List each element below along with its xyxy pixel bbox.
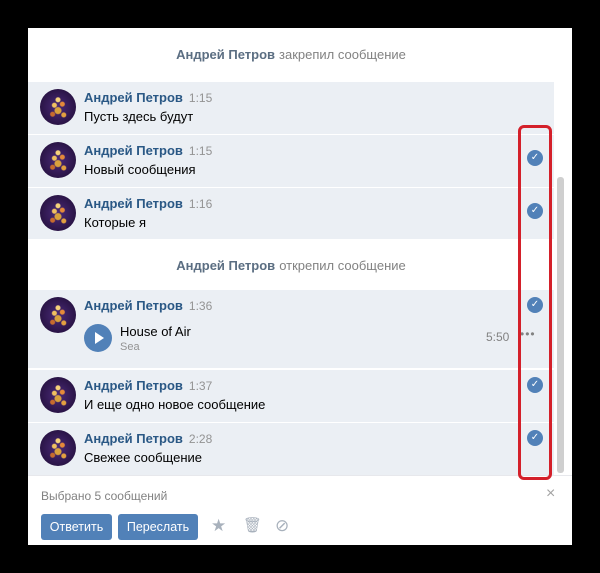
pin-notice: Андрей Петров закрепил сообщение (28, 28, 554, 80)
unpin-notice: Андрей Петров открепил сообщение (28, 239, 554, 291)
unpin-notice-author[interactable]: Андрей Петров (176, 258, 275, 273)
message-text: Свежее сообщение (84, 450, 203, 465)
pin-notice-author[interactable]: Андрей Петров (176, 47, 275, 62)
author-name[interactable]: Андрей Петров (84, 90, 183, 105)
message-item[interactable]: Андрей Петров 1:36 House of Air Sea 5:50 … (28, 290, 554, 368)
message-author[interactable]: Андрей Петров 1:37 (84, 378, 212, 393)
message-history: Андрей Петров закрепил сообщение Андрей … (28, 28, 572, 475)
scrollbar[interactable] (557, 177, 564, 473)
star-icon[interactable]: ★ (211, 516, 226, 536)
message-author[interactable]: Андрей Петров 1:16 (84, 196, 212, 211)
message-item[interactable]: Андрей Петров 1:15 Новый сообщения ✓ (28, 135, 554, 187)
message-author[interactable]: Андрей Петров 1:36 (84, 298, 212, 313)
selection-highlight-frame (518, 125, 552, 480)
message-author[interactable]: Андрей Петров 2:28 (84, 431, 212, 446)
unpin-notice-action: открепил сообщение (279, 257, 406, 273)
message-author[interactable]: Андрей Петров 1:15 (84, 90, 212, 105)
message-text: Новый сообщения (84, 162, 196, 177)
message-item[interactable]: Андрей Петров 1:16 Которые я ✓ (28, 188, 554, 240)
message-item[interactable]: Андрей Петров 1:15 Пусть здесь будут (28, 82, 554, 134)
message-text: Пусть здесь будут (84, 109, 194, 124)
close-icon[interactable]: × (546, 485, 555, 503)
message-item[interactable]: Андрей Петров 2:28 Свежее сообщение ✓ (28, 423, 554, 475)
message-time: 1:36 (188, 299, 213, 313)
chat-window: Андрей Петров закрепил сообщение Андрей … (28, 28, 572, 545)
reply-button[interactable]: Ответить (41, 514, 112, 540)
author-name[interactable]: Андрей Петров (84, 378, 183, 393)
avatar[interactable] (40, 89, 76, 125)
avatar[interactable] (40, 297, 76, 333)
message-text: Которые я (84, 215, 147, 230)
forward-button[interactable]: Переслать (118, 514, 198, 540)
message-time: 1:15 (188, 144, 213, 158)
avatar[interactable] (40, 377, 76, 413)
message-text: И еще одно новое сообщение (84, 397, 266, 412)
message-author[interactable]: Андрей Петров 1:15 (84, 143, 212, 158)
author-name[interactable]: Андрей Петров (84, 196, 183, 211)
spam-icon[interactable]: ⊘ (275, 516, 289, 536)
audio-attachment: House of Air Sea 5:50 ••• (84, 322, 544, 356)
message-time: 1:15 (188, 91, 213, 105)
audio-duration: 5:50 (486, 330, 510, 344)
pin-notice-action: закрепил сообщение (279, 46, 406, 62)
selection-panel: Выбрано 5 сообщений × Ответить Переслать… (28, 475, 572, 545)
avatar[interactable] (40, 195, 76, 231)
message-time: 1:37 (188, 379, 213, 393)
audio-title[interactable]: House of Air (120, 324, 191, 339)
author-name[interactable]: Андрей Петров (84, 298, 183, 313)
avatar[interactable] (40, 430, 76, 466)
selected-count: Выбрано 5 сообщений (41, 489, 168, 503)
message-time: 2:28 (188, 432, 213, 446)
audio-artist[interactable]: Sea (120, 341, 140, 353)
message-item[interactable]: Андрей Петров 1:37 И еще одно новое сообщ… (28, 370, 554, 422)
message-time: 1:16 (188, 197, 213, 211)
author-name[interactable]: Андрей Петров (84, 431, 183, 446)
trash-icon[interactable]: 🗑 (243, 516, 262, 534)
avatar[interactable] (40, 142, 76, 178)
author-name[interactable]: Андрей Петров (84, 143, 183, 158)
play-icon[interactable] (84, 324, 112, 352)
